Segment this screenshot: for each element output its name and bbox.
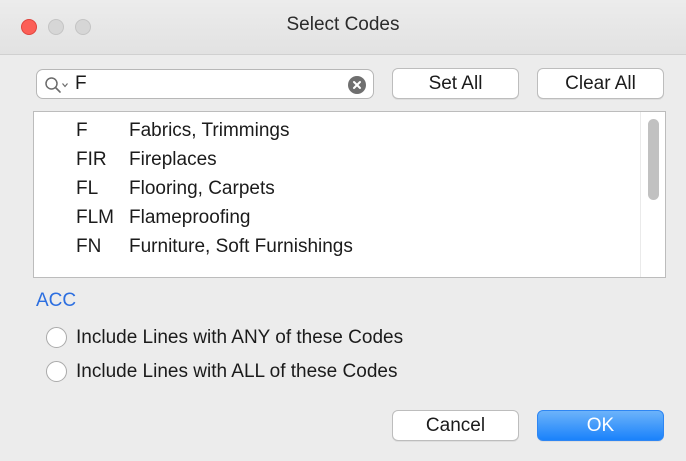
include-all-radio[interactable]: Include Lines with ALL of these Codes	[46, 360, 466, 386]
cancel-button[interactable]: Cancel	[392, 410, 519, 441]
code-label: FN	[76, 236, 102, 257]
code-description: Fireplaces	[129, 149, 217, 170]
select-codes-dialog: Select Codes F Set All Clear All F Fabri…	[0, 0, 686, 461]
list-item[interactable]: FIR Fireplaces	[34, 147, 634, 176]
list-item[interactable]: FL Flooring, Carpets	[34, 176, 634, 205]
search-field[interactable]: F	[36, 69, 374, 99]
codes-list: F Fabrics, Trimmings FIR Fireplaces FL F…	[33, 111, 666, 278]
code-label: FL	[76, 178, 99, 199]
search-icon	[45, 77, 61, 93]
window-title: Select Codes	[286, 14, 400, 35]
ok-button[interactable]: OK	[537, 410, 664, 441]
clear-search-icon[interactable]	[348, 76, 366, 94]
vertical-scrollbar[interactable]	[640, 112, 665, 277]
title-bar: Select Codes	[0, 0, 686, 55]
list-item[interactable]: FLM Flameproofing	[34, 205, 634, 234]
code-label: FIR	[76, 149, 107, 170]
code-description: Furniture, Soft Furnishings	[129, 236, 353, 257]
radio-label: Include Lines with ALL of these Codes	[76, 361, 398, 382]
code-description: Fabrics, Trimmings	[129, 120, 290, 141]
code-label: F	[76, 120, 88, 141]
chevron-down-icon[interactable]	[62, 82, 68, 88]
selected-codes-text: ACC	[36, 290, 77, 311]
search-input[interactable]: F	[75, 73, 87, 95]
list-item[interactable]: F Fabrics, Trimmings	[34, 118, 634, 147]
radio-button[interactable]	[46, 361, 67, 382]
radio-button[interactable]	[46, 327, 67, 348]
code-description: Flooring, Carpets	[129, 178, 275, 199]
code-label: FLM	[76, 207, 114, 228]
clear-all-button[interactable]: Clear All	[537, 68, 664, 99]
code-description: Flameproofing	[129, 207, 251, 228]
scrollbar-thumb[interactable]	[648, 119, 659, 200]
set-all-button[interactable]: Set All	[392, 68, 519, 99]
radio-label: Include Lines with ANY of these Codes	[76, 327, 404, 348]
list-item[interactable]: FN Furniture, Soft Furnishings	[34, 234, 634, 263]
include-any-radio[interactable]: Include Lines with ANY of these Codes	[46, 326, 466, 352]
